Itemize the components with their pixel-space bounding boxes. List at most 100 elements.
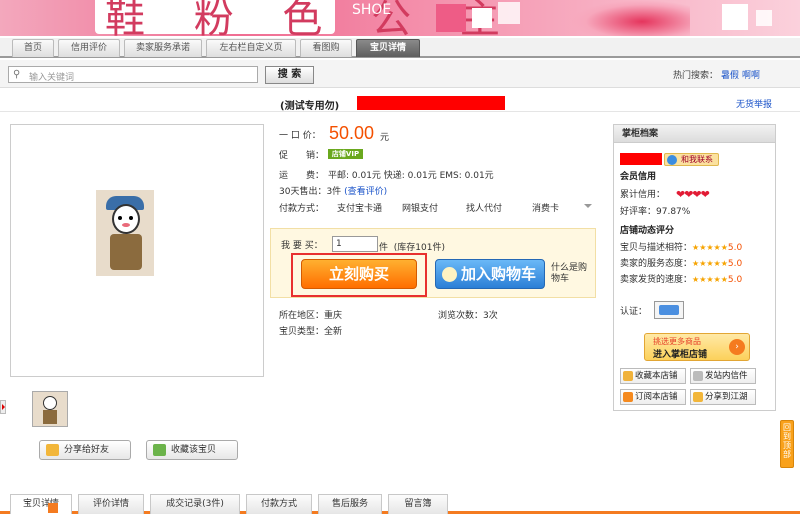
qty-label: 我 要 买： xyxy=(281,241,323,251)
promo-label: 促 销： xyxy=(279,151,325,161)
price-label: 一 口 价： xyxy=(279,131,321,141)
tab-item-detail-bottom[interactable]: 宝贝详情 xyxy=(10,494,72,514)
doll-figure-image xyxy=(96,190,154,276)
shipping-value: 平邮: 0.01元 快递: 0.01元 EMS: 0.01元 xyxy=(328,171,494,181)
member-credit-title: 会员信用 xyxy=(620,172,657,182)
subscribe-label: 订阅本店铺 xyxy=(635,392,678,402)
pay-expand-chevron-down-icon[interactable] xyxy=(584,204,592,208)
share-jianghu-button[interactable]: 分享到江湖 xyxy=(690,389,756,405)
view-reviews-link[interactable]: (查看评价) xyxy=(344,187,387,197)
contact-label: 和我联系 xyxy=(681,155,713,164)
location: 所在地区：重庆 xyxy=(279,311,343,321)
hot-link-1[interactable]: 暑假 xyxy=(721,71,739,81)
price-value: 50.00 xyxy=(329,123,375,143)
banner-shoe-image xyxy=(570,0,690,36)
back-to-top-button[interactable]: 回到顶部 xyxy=(780,420,794,468)
rating-score: 5.0 xyxy=(727,243,743,253)
redacted-seller-name xyxy=(620,153,662,165)
qty-unit-text: 件 xyxy=(379,243,389,253)
pay-option-proxy: 找人代付 xyxy=(466,204,503,214)
thumb-prev-arrow-icon[interactable] xyxy=(0,400,6,414)
cart-icon xyxy=(442,267,457,282)
report-link[interactable]: 无货举报 xyxy=(736,97,772,110)
tab-transactions[interactable]: 成交记录(3件) xyxy=(150,494,240,514)
add-to-cart-button[interactable]: 加入购物车 xyxy=(435,259,545,289)
hot-link-2[interactable]: 啊啊 xyxy=(742,71,760,81)
rss-icon xyxy=(623,392,633,402)
subscribe-shop-button[interactable]: 订阅本店铺 xyxy=(620,389,686,405)
star-icon: ★★★★★ xyxy=(692,259,728,268)
star-icon: ★★★★★ xyxy=(692,243,728,252)
sold-text: 30天售出：3件 xyxy=(279,187,342,197)
rating-score: 5.0 xyxy=(727,259,743,269)
share-label: 分享给好友 xyxy=(64,445,110,455)
rating-row: 卖家的服务态度：★★★★★5.0 xyxy=(620,256,742,269)
good-rate: 好评率：97.87% xyxy=(620,207,691,217)
detail-tabs: 宝贝详情 评价详情 成交记录(3件) 付款方式 售后服务 留言簿 xyxy=(0,490,800,514)
rating-score: 5.0 xyxy=(727,275,743,285)
tab-picture-buy[interactable]: 看图购 xyxy=(300,39,352,57)
tab-custom[interactable]: 左右栏自定义页 xyxy=(206,39,296,57)
collect-icon xyxy=(153,444,166,456)
banner-shoe-text: SHOE xyxy=(352,2,392,18)
send-message-label: 发站内信件 xyxy=(705,371,748,381)
pay-option-alipay: 支付宝卡通 xyxy=(337,204,383,214)
shop-nav: 首页 信用评价 卖家服务承诺 左右栏自定义页 看图购 宝贝详情 xyxy=(0,38,800,58)
redacted-title xyxy=(357,96,505,110)
collect-shop-button[interactable]: 收藏本店铺 xyxy=(620,368,686,384)
add-cart-label: 加入购物车 xyxy=(461,265,537,283)
hot-search: 热门搜索： 暑假 啊啊 xyxy=(673,68,760,81)
enter-shop-button[interactable]: 挑选更多商品 进入掌柜店铺 › xyxy=(644,333,750,361)
active-tab-marker xyxy=(48,503,58,513)
share-jianghu-label: 分享到江湖 xyxy=(705,392,748,402)
auth-label: 认证： xyxy=(620,307,648,317)
rating-row: 宝贝与描述相符：★★★★★5.0 xyxy=(620,240,742,253)
pay-option-card: 消费卡 xyxy=(532,204,560,214)
tab-item-detail[interactable]: 宝贝详情 xyxy=(356,39,420,57)
rating-row: 卖家发货的速度：★★★★★5.0 xyxy=(620,272,742,285)
pay-option-ebank: 网银支付 xyxy=(402,204,439,214)
search-button[interactable]: 搜 索 xyxy=(265,66,314,84)
tab-payment[interactable]: 付款方式 xyxy=(246,494,312,514)
tab-service[interactable]: 卖家服务承诺 xyxy=(124,39,202,57)
enter-shop-subtitle: 挑选更多商品 xyxy=(653,337,701,346)
tab-home[interactable]: 首页 xyxy=(12,39,54,57)
search-icon: ⚲ xyxy=(13,69,21,80)
product-title: (测试专用勿) xyxy=(280,101,340,112)
arrow-right-icon: › xyxy=(729,339,745,355)
dynamic-rating-title: 店铺动态评分 xyxy=(620,226,675,236)
chat-icon xyxy=(667,155,677,165)
title-bar: (测试专用勿) 无货举报 xyxy=(0,94,800,112)
qty-unit: 件 (库存101件) xyxy=(379,240,445,253)
search-input[interactable]: ⚲ 输入关键词 xyxy=(8,66,258,83)
tab-aftersale[interactable]: 售后服务 xyxy=(318,494,382,514)
quantity-input[interactable]: 1 xyxy=(332,236,378,252)
enter-shop-label: 进入掌柜店铺 xyxy=(653,350,708,360)
tab-reviews[interactable]: 评价详情 xyxy=(78,494,144,514)
send-message-button[interactable]: 发站内信件 xyxy=(690,368,756,384)
price-currency: 元 xyxy=(380,133,390,143)
vip-badge: 店铺VIP xyxy=(328,149,363,159)
product-thumbnail[interactable] xyxy=(32,391,68,427)
buy-box: 我 要 买： 1 件 (库存101件) 立刻购买 加入购物车 什么是购物车 xyxy=(270,228,596,298)
collect-item-button[interactable]: 收藏该宝贝 xyxy=(146,440,238,460)
certification-badge-icon[interactable] xyxy=(654,301,684,319)
main-product-image[interactable] xyxy=(10,124,264,377)
shop-banner: 鞋 粉 色 公 主 SHOE xyxy=(0,0,800,38)
rating-label: 宝贝与描述相符： xyxy=(620,243,693,253)
buy-now-button[interactable]: 立刻购买 xyxy=(301,259,417,289)
what-is-cart-link[interactable]: 什么是购物车 xyxy=(551,263,587,285)
tab-guestbook[interactable]: 留言簿 xyxy=(388,494,448,514)
contact-me-button[interactable]: 和我联系 xyxy=(664,153,719,166)
shop-panel-header: 掌柜档案 xyxy=(614,125,775,143)
share-to-friend-button[interactable]: 分享给好友 xyxy=(39,440,131,460)
shop-profile-panel: 掌柜档案 和我联系 会员信用 累计信用： ❤❤❤❤ 好评率：97.87% 店铺动… xyxy=(613,124,776,411)
sold-count: 30天售出：3件 (查看评价) xyxy=(279,184,387,197)
shipping-label: 运 费： xyxy=(279,171,325,181)
mail-icon xyxy=(693,371,703,381)
rating-label: 卖家的服务态度： xyxy=(620,259,693,269)
tab-credit[interactable]: 信用评价 xyxy=(58,39,120,57)
item-type: 宝贝类型：全新 xyxy=(279,327,343,337)
share-icon xyxy=(46,444,59,456)
rating-label: 卖家发货的速度： xyxy=(620,275,693,285)
